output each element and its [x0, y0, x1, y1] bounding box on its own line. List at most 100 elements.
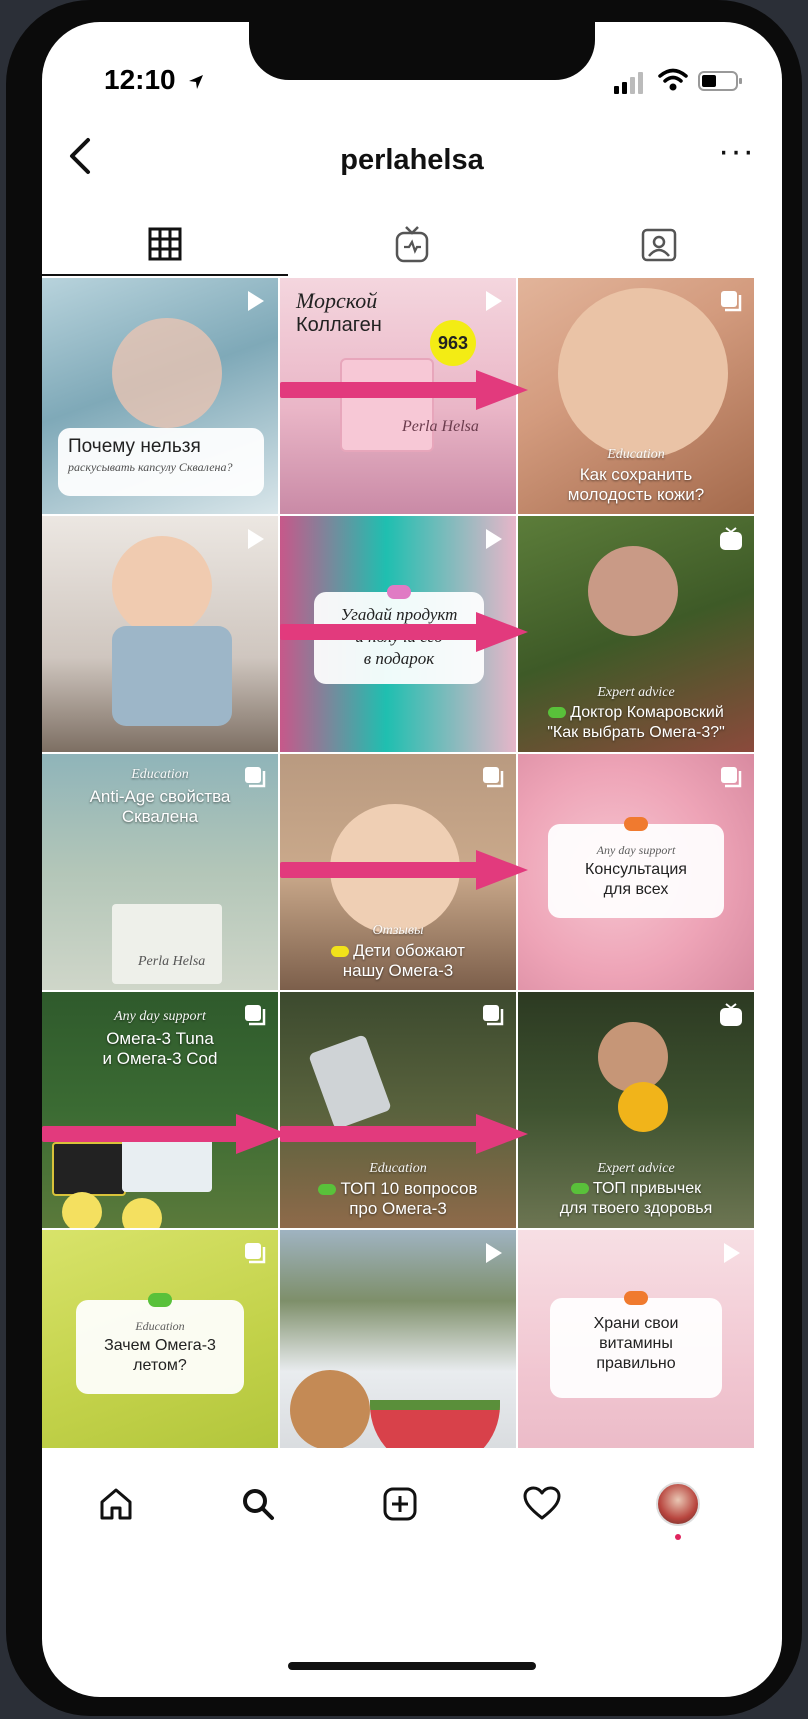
post-caption-line: Дети обожают	[280, 940, 516, 961]
post-caption-line: ТОП 10 вопросов	[280, 1178, 516, 1199]
notch	[249, 22, 595, 80]
location-arrow-icon	[189, 74, 204, 89]
post-caption-line: ТОП привычек	[518, 1178, 754, 1199]
post-category: Education	[131, 767, 189, 782]
post-caption-line: молодость кожи?	[567, 485, 705, 504]
profile-header: perlahelsa ···	[42, 118, 782, 198]
post-caption-card: Education Зачем Омега-3 летом?	[76, 1293, 244, 1394]
igtv-icon	[395, 226, 429, 263]
post-tile[interactable]	[42, 516, 278, 752]
post-caption-card: Any day support Консультация для всех	[548, 817, 724, 918]
product-box	[112, 904, 222, 984]
post-tile[interactable]: Храни свои витамины правильно	[518, 1230, 754, 1466]
tab-igtv[interactable]	[289, 212, 535, 276]
post-tile[interactable]: Expert advice Доктор Комаровский "Как вы…	[518, 516, 754, 752]
post-category: Any day support	[114, 1009, 206, 1024]
more-icon: ···	[718, 132, 755, 170]
annotation-arrow	[280, 850, 528, 890]
puppy-photo	[290, 1370, 370, 1450]
status-dot	[570, 1183, 589, 1195]
status-indicators	[614, 68, 754, 94]
reel-icon	[486, 1243, 502, 1263]
reel-icon	[486, 529, 502, 549]
hands-photo	[112, 318, 222, 428]
notification-dot	[675, 1534, 681, 1540]
post-caption-line: для твоего здоровья	[559, 1200, 713, 1217]
post-category: Education	[369, 1161, 427, 1176]
wifi-icon	[658, 68, 688, 91]
status-dot	[548, 707, 567, 719]
profile-username: perlahelsa	[340, 144, 484, 176]
carousel-icon	[483, 1005, 504, 1026]
post-title: Коллаген	[296, 314, 382, 336]
post-category: Отзывы	[372, 923, 424, 938]
post-tile[interactable]: Education ТОП 10 вопросов про Омега-3	[280, 992, 516, 1228]
annotation-arrow	[42, 1114, 288, 1154]
post-tile[interactable]: Education Как сохранить молодость кожи?	[518, 278, 754, 514]
status-dot	[624, 817, 648, 831]
nav-profile[interactable]	[656, 1482, 700, 1540]
reel-icon	[248, 529, 264, 549]
battery-icon	[698, 71, 742, 91]
annotation-arrow	[280, 1114, 528, 1154]
reel-icon	[248, 291, 264, 311]
search-icon	[243, 1489, 274, 1520]
post-caption-line: Омега-3 Tuna	[106, 1029, 214, 1048]
tab-tagged[interactable]	[536, 212, 782, 276]
post-caption-line: Как сохранить	[579, 465, 693, 484]
post-tile[interactable]: Почему нельзя раскусывать капсулу Сквале…	[42, 278, 278, 514]
post-tile[interactable]: Any day support Консультация для всех	[518, 754, 754, 990]
nav-search[interactable]	[238, 1484, 278, 1524]
tab-grid[interactable]	[42, 212, 288, 276]
reel-icon	[724, 1243, 740, 1263]
price-badge: 963	[430, 320, 476, 366]
create-post-icon	[383, 1487, 417, 1521]
post-tile[interactable]: Any day support Омега-3 Tuna и Омега-3 C…	[42, 992, 278, 1228]
brand-mark: Perla Helsa	[138, 954, 206, 969]
post-category: Expert advice	[597, 1161, 675, 1176]
post-caption-card: Почему нельзя раскусывать капсулу Сквале…	[58, 428, 264, 496]
more-options-button[interactable]: ···	[718, 132, 755, 171]
child-shirt	[112, 626, 232, 726]
app-screen: 12:10 perlahelsa ··· Почему нельзя раску…	[42, 22, 782, 1697]
post-category: Education	[607, 447, 665, 462]
home-icon	[100, 1488, 132, 1520]
post-tile[interactable]	[280, 1230, 516, 1466]
post-caption-line: "Как выбрать Омега-3?"	[547, 724, 725, 741]
home-indicator	[288, 1662, 536, 1670]
woman-face-photo	[558, 288, 728, 458]
carousel-icon	[245, 1243, 266, 1264]
status-dot	[624, 1291, 648, 1305]
post-caption-line: Сквалена	[121, 807, 199, 826]
post-caption-line: нашу Омега-3	[342, 961, 454, 980]
carousel-icon	[721, 767, 742, 788]
post-tile[interactable]: Education Зачем Омега-3 летом?	[42, 1230, 278, 1466]
tagged-person-icon	[641, 228, 677, 262]
grid-icon	[148, 227, 182, 261]
status-dot	[318, 1184, 337, 1196]
post-tile[interactable]: Education Anti-Age свойства Сквалена Per…	[42, 754, 278, 990]
carousel-icon	[721, 291, 742, 312]
profile-tabs	[42, 212, 782, 278]
phone-frame: 12:10 perlahelsa ··· Почему нельзя раску…	[6, 0, 802, 1716]
lemon-photo	[122, 1198, 162, 1228]
nav-activity[interactable]	[522, 1484, 562, 1524]
post-title-italic: Морской	[296, 288, 378, 313]
post-category: Expert advice	[597, 685, 675, 700]
sunflower-photo	[618, 1082, 668, 1132]
status-dot	[148, 1293, 172, 1307]
nav-create[interactable]	[380, 1484, 420, 1524]
post-caption-line: про Омега-3	[349, 1199, 447, 1218]
woman-photo	[598, 1022, 668, 1092]
doctor-photo	[588, 546, 678, 636]
reel-icon	[486, 291, 502, 311]
post-caption-card: Храни свои витамины правильно	[550, 1291, 722, 1398]
brand-mark: Perla Helsa	[402, 418, 479, 435]
tab-selected-indicator	[42, 274, 288, 276]
nav-home[interactable]	[96, 1484, 136, 1524]
status-dot	[331, 946, 350, 958]
post-caption-line: и Омега-3 Cod	[102, 1049, 218, 1068]
carousel-icon	[483, 767, 504, 788]
post-tile[interactable]: Expert advice ТОП привычек для твоего зд…	[518, 992, 754, 1228]
igtv-icon	[720, 1003, 742, 1026]
